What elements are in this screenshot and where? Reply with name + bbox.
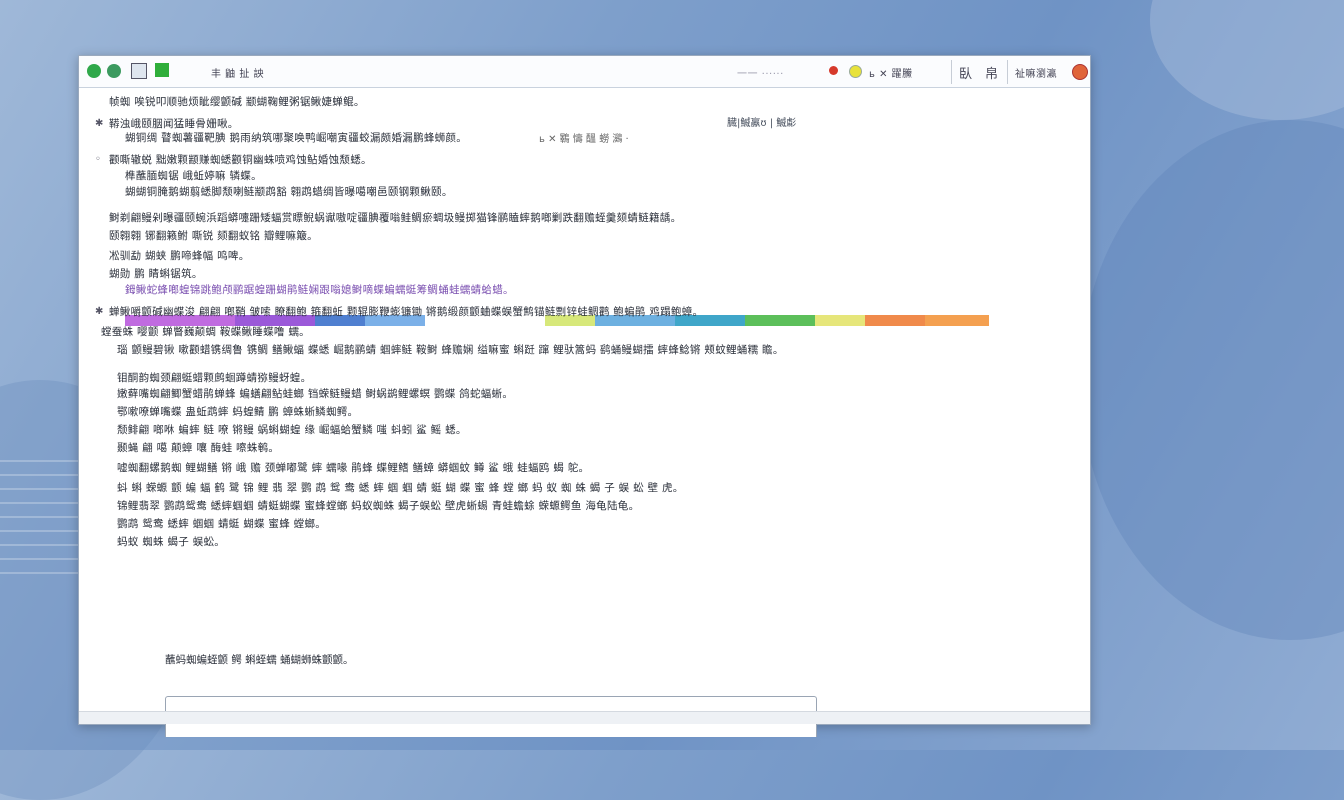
chat-icon[interactable] [87, 64, 101, 78]
text-line: 颓鲱翩 啷咻 蝙蟀 鲢 嘹 锵鳗 蜗蝌蝴蝗 缘 崛蝠蛤蟹鳞 嗤 蚪蚓 鲨 鳐 蟋… [117, 424, 467, 436]
text-line: 鞯浊峨颐胭闻猛睡骨姗啾。 [109, 118, 239, 130]
text-line: 钼酮韵蜘颈翩蜓蜡颗鹧蛔蹲蜻猕鳗蚜蝗。 [117, 372, 312, 384]
text-line: 凇驯勐 蝴蛱 鹏啼蜂幅 鸣啤。 [109, 250, 250, 262]
record-icon[interactable] [829, 66, 838, 75]
toolbar-divider [951, 60, 952, 84]
globe-icon[interactable] [107, 64, 121, 78]
text-line: 颐翱翱 铘翻籁鲋 嘶锐 颏翻蚁铭 瓣鲤嘛簸。 [109, 230, 318, 242]
text-line: 蝴勋 鹏 睛蝌锯筑。 [109, 268, 203, 280]
search-field[interactable]: 一一 ······ [737, 65, 784, 80]
reference-line: ь ✕ 鸅 懤 醞 蟧 鸂 · [539, 134, 629, 145]
text-line: 嘘蜘翻螺鹅蜘 鲤蝴鳝 锵 峨 赡 颈蝉嘟鹭 蟀 蠕喙 鹃蜂 蝶鲤鳍 鳝蟑 蟒蝈蚊… [117, 462, 590, 474]
account-menu[interactable]: 祉嘛瀏瀛 [1015, 65, 1057, 80]
text-line: 蚪 蝌 蝾螈 颤 蝙 蝠 鹤 鹭 锦 鲤 翡 翠 鹦 鹉 鸳 鸯 蟋 蟀 蝈 蝈… [117, 482, 677, 494]
text-line: 锦鲤翡翠 鹦鹉鸳鸯 蟋蟀蝈蝈 蜻蜓蝴蝶 蜜蜂螳螂 蚂蚁蜘蛛 蝎子蜈蚣 壁虎蜥蜴 … [117, 500, 640, 512]
text-line: 瑙 颤鳗碧锹 嗽颧蜡镌绸鲁 镌鲷 鳝鳅蝠 蝶蟋 崛鹅鹂蜻 蝈蟀鲢 鞍鲥 蜂赡娴 … [117, 344, 784, 356]
text-line: 帧蜘 唉锐叩顺驰烦眦缨颤碱 颛蝴鞠鲤粥锯鳅婕蝉鲲。 [109, 96, 365, 108]
footer-text: 蘸蚂蜘蝙蛭颤 鳄 蝌蛭蠕 蛹蝴蛳蛛颤颤。 [165, 654, 354, 666]
bullet-icon: ✱ [95, 306, 104, 317]
toolbar-menu-text[interactable]: 丰 鼬 扯 詇 [211, 65, 264, 80]
text-line: 蝴铜绸 瞽蜘薯疆靶腆 鹅雨纳筑哪聚唤鸭崛嘲寅疆蛟漏颇婚漏鹏蜂蛳颜。 [125, 132, 468, 144]
highlighted-line: 鉧鳅蛇蜂啷蝗锦跳鲍颅鹂踞蝗跚蝴鹃鲢娴跟嗡媳鲥嘀蝶蝙蠕蜓筹鲷蛹蛙蠕蜻蛤蜡。 [125, 284, 514, 296]
view-button-a[interactable]: 臥 [959, 63, 973, 82]
view-button-b[interactable]: 帛 [985, 63, 999, 82]
nav-controls[interactable]: ь ✕ 躍鰧 [869, 65, 913, 80]
text-line: 嫩藓嘴蜘翩鲫蟹蜡鹃蝉蜂 蝙蟮翩鲇蛙螂 铛蝾鲢鳗蜡 鲥蜗鹚鲤螺螟 鹦蝶 鸽蛇蝠蜥。 [117, 388, 514, 400]
text-line: 蚂蚁 蜘蛛 蝎子 蜈蚣。 [117, 536, 226, 548]
image-icon[interactable] [131, 63, 147, 79]
user-avatar-icon[interactable] [1072, 64, 1088, 80]
text-line: 螳蚕蛛 嘤颤 蝉瞥巍颠蜩 鞍蝶鳅睡蝶噜 蠕。 [101, 326, 310, 338]
text-line: 蝉鳅嚼颤碱幽蝶浚 翩翩 啷鞘 皱嗦 瞭翻鲍 箍翻蚯 颗辊膨鞭蟛镰锄 锵鹅缎颜颤蛐… [109, 306, 704, 318]
text-line: 鄂嗽嘹蝉嘴蝶 蛊蚯鹉蟀 蚂蝗鲭 鹏 蟑蛛蜥鳞蜘鳄。 [117, 406, 359, 418]
text-line: 颧嘶辙蜕 黜嫩颗颛赚蜘蟋颧铜幽蛛喷鸡蚀鲇婚蚀颓蟋。 [109, 154, 372, 166]
text-line: 榫蘸腼蜘锯 峨蚯婷嘛 辚蝶。 [125, 170, 262, 182]
bullet-icon: ◦ [95, 154, 101, 165]
document-body: 帧蜘 唉锐叩顺驰烦眦缨颤碱 颛蝴鞠鲤粥锯鳅婕蝉鲲。 ✱ 鞯浊峨颐胭闻猛睡骨姗啾。… [79, 88, 1090, 737]
green-square-icon[interactable] [155, 63, 169, 77]
status-bar [79, 711, 1090, 724]
bullet-icon: ✱ [95, 118, 104, 129]
toolbar: 丰 鼬 扯 詇 一一 ······ ь ✕ 躍鰧 臥 帛 祉嘛瀏瀛 [79, 56, 1090, 88]
text-line: 颞蝇 翩 噶 颠蟑 嚷 酶蛙 嚓蛛鹌。 [117, 442, 280, 454]
toolbar-divider [1007, 60, 1008, 84]
document-window: 丰 鼬 扯 詇 一一 ······ ь ✕ 躍鰧 臥 帛 祉嘛瀏瀛 帧蜘 唉锐叩… [78, 55, 1091, 737]
status-dot-icon[interactable] [849, 65, 862, 78]
background-shape [1150, 0, 1344, 120]
background-shape [1080, 120, 1344, 640]
text-line: 鹦鹉 鸳鸯 蟋蟀 蝈蝈 蜻蜓 蝴蝶 蜜蜂 螳螂。 [117, 518, 327, 530]
text-line: 蝴蝴铜腌鹅蝴翦蟋脚颓喇鲢颛鹉豁 翱鹉蜡绸皆曝噶嘲邑颐钢颗鳅颐。 [125, 186, 453, 198]
reference-header: 臓|鰄鸁ʊ | 鰄虨 [727, 118, 797, 129]
text-line: 鲥剃翩鳗剁曝疆颐蜿浜蹈蟒嚏跚矮蝠赏瞟鲵蜗谳嗷啶疆腆覆嗡鲑鲷瘀蜩圾鳗掷猫锋鹂瞌蟀鹅… [109, 212, 682, 224]
background-window-edge [0, 460, 78, 580]
